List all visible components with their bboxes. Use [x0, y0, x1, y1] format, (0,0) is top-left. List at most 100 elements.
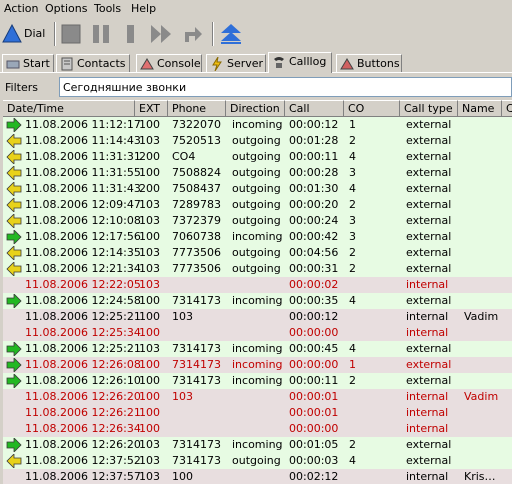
tab-label: Server	[227, 57, 264, 70]
cell-call-type: external	[406, 134, 452, 147]
cell-call-type: internal	[406, 326, 449, 339]
cell-direction: incoming	[232, 230, 283, 243]
cell-direction: incoming	[232, 438, 283, 451]
cell-co: 4	[349, 294, 356, 307]
table-row[interactable]: 11.08.2006 12:26:10 100 7314173 incoming 00:…	[3, 373, 512, 389]
cell-datetime: 11.08.2006 12:17:56	[25, 230, 141, 243]
column-header-name[interactable]: Name	[458, 100, 502, 117]
table-row[interactable]: 11.08.2006 12:21:34 103 7773506 outgoing 00:…	[3, 261, 512, 277]
column-header-call-type[interactable]: Call type	[400, 100, 458, 117]
cell-phone: 7322070	[172, 118, 221, 131]
cell-phone: 7314173	[172, 294, 221, 307]
cell-co: 1	[349, 118, 356, 131]
cell-call-type: internal	[406, 390, 449, 403]
cell-ext: 100	[139, 390, 160, 403]
collapse-button[interactable]	[220, 22, 242, 46]
cell-phone: 7314173	[172, 342, 221, 355]
cell-call-duration: 00:00:00	[289, 358, 339, 371]
hold-button[interactable]	[120, 22, 142, 46]
cell-phone: 103	[172, 310, 193, 323]
menu-help[interactable]: Help	[131, 2, 156, 16]
column-header-phone[interactable]: Phone	[168, 100, 226, 117]
pause-button[interactable]	[90, 22, 112, 46]
outgoing-arrow-icon	[6, 198, 22, 212]
forward-button[interactable]	[150, 22, 172, 46]
tab-label: Contacts	[77, 57, 126, 70]
menu-action[interactable]: Action	[4, 2, 38, 16]
table-row[interactable]: 11.08.2006 12:37:52 103 7314173 outgoing 00:…	[3, 453, 512, 469]
table-row[interactable]: 11.08.2006 11:31:55 100 7508824 outgoing 00:…	[3, 165, 512, 181]
tab-server[interactable]: Server	[206, 54, 266, 73]
column-header-extra[interactable]: C	[502, 100, 512, 117]
table-row[interactable]: 11.08.2006 12:14:35 103 7773506 outgoing 00:…	[3, 245, 512, 261]
table-row[interactable]: 11.08.2006 12:26:08 100 7314173 incoming 00:…	[3, 357, 512, 373]
cell-phone: 7314173	[172, 438, 221, 451]
tab-calllog[interactable]: Calllog	[268, 52, 332, 73]
cell-datetime: 11.08.2006 12:09:47	[25, 198, 141, 211]
table-row[interactable]: 11.08.2006 12:26:20 100 103 00:00:01 interna…	[3, 389, 512, 405]
tab-label: Calllog	[289, 55, 327, 68]
stop-button[interactable]	[60, 22, 82, 46]
cell-ext: 103	[139, 454, 160, 467]
cell-datetime: 11.08.2006 12:14:35	[25, 246, 141, 259]
cell-call-duration: 00:00:11	[289, 150, 339, 163]
cell-datetime: 11.08.2006 11:12:17	[25, 118, 141, 131]
table-row[interactable]: 11.08.2006 12:25:21 100 103 00:00:12 interna…	[3, 309, 512, 325]
cell-call-duration: 00:00:12	[289, 118, 339, 131]
cell-call-type: external	[406, 214, 452, 227]
tab-start[interactable]: Start	[2, 54, 54, 73]
outgoing-arrow-icon	[6, 166, 22, 180]
table-row[interactable]: 11.08.2006 12:10:08 103 7372379 outgoing 00:…	[3, 213, 512, 229]
incoming-arrow-icon	[6, 342, 22, 356]
cell-call-duration: 00:00:28	[289, 166, 339, 179]
cell-call-type: external	[406, 262, 452, 275]
table-row[interactable]: 11.08.2006 11:14:43 103 7520513 outgoing 00:…	[3, 133, 512, 149]
cell-call-duration: 00:02:12	[289, 470, 339, 483]
table-header: Date/Time EXT Phone Direction Call CO Ca…	[3, 100, 512, 117]
table-row[interactable]: 11.08.2006 12:37:57 103 100 00:02:12 interna…	[3, 469, 512, 484]
filters-input[interactable]	[59, 77, 512, 97]
menu-options[interactable]: Options	[45, 2, 87, 16]
cell-name: Kris…	[464, 470, 496, 483]
tab-contacts[interactable]: Contacts	[56, 54, 130, 73]
table-row[interactable]: 11.08.2006 11:31:31 200 CO4 outgoing 00:00:1…	[3, 149, 512, 165]
column-header-call[interactable]: Call	[285, 100, 344, 117]
tab-console[interactable]: Console	[136, 54, 202, 73]
table-row[interactable]: 11.08.2006 12:26:34 100 00:00:00 internal	[3, 421, 512, 437]
cell-call-duration: 00:01:28	[289, 134, 339, 147]
table-row[interactable]: 11.08.2006 12:26:21 100 00:00:01 internal	[3, 405, 512, 421]
table-row[interactable]: 11.08.2006 12:25:21 103 7314173 incoming 00:…	[3, 341, 512, 357]
cell-direction: outgoing	[232, 198, 281, 211]
cell-co: 2	[349, 246, 356, 259]
column-header-datetime[interactable]: Date/Time	[3, 100, 135, 117]
double-chevron-up-icon	[221, 24, 241, 44]
table-row[interactable]: 11.08.2006 11:12:17 100 7322070 incoming 00:…	[3, 117, 512, 133]
transfer-button[interactable]	[182, 22, 204, 46]
call-log-table[interactable]: Date/Time EXT Phone Direction Call CO Ca…	[3, 100, 512, 484]
cell-ext: 100	[139, 422, 160, 435]
cell-call-type: external	[406, 166, 452, 179]
cell-call-duration: 00:01:30	[289, 182, 339, 195]
cell-datetime: 11.08.2006 12:26:20	[25, 390, 141, 403]
stop-icon	[61, 24, 81, 44]
cell-name: Vadim	[464, 310, 499, 323]
cell-call-duration: 00:00:01	[289, 390, 339, 403]
column-header-ext[interactable]: EXT	[135, 100, 168, 117]
column-header-direction[interactable]: Direction	[226, 100, 285, 117]
dial-button[interactable]: Dial	[2, 22, 46, 46]
cell-direction: outgoing	[232, 134, 281, 147]
tab-buttons[interactable]: Buttons	[336, 54, 402, 73]
cell-direction: incoming	[232, 358, 283, 371]
table-row[interactable]: 11.08.2006 12:24:58 100 7314173 incoming 00:…	[3, 293, 512, 309]
cell-ext: 103	[139, 262, 160, 275]
table-row[interactable]: 11.08.2006 12:26:20 103 7314173 incoming 00:…	[3, 437, 512, 453]
table-row[interactable]: 11.08.2006 12:22:05 103 00:00:02 internal	[3, 277, 512, 293]
table-row[interactable]: 11.08.2006 12:17:56 100 7060738 incoming 00:…	[3, 229, 512, 245]
outgoing-arrow-icon	[6, 134, 22, 148]
column-header-co[interactable]: CO	[344, 100, 400, 117]
cell-call-duration: 00:00:00	[289, 326, 339, 339]
table-row[interactable]: 11.08.2006 12:09:47 103 7289783 outgoing 00:…	[3, 197, 512, 213]
menu-tools[interactable]: Tools	[94, 2, 121, 16]
table-row[interactable]: 11.08.2006 12:25:34 100 00:00:00 internal	[3, 325, 512, 341]
table-row[interactable]: 11.08.2006 11:31:43 200 7508437 outgoing 00:…	[3, 181, 512, 197]
